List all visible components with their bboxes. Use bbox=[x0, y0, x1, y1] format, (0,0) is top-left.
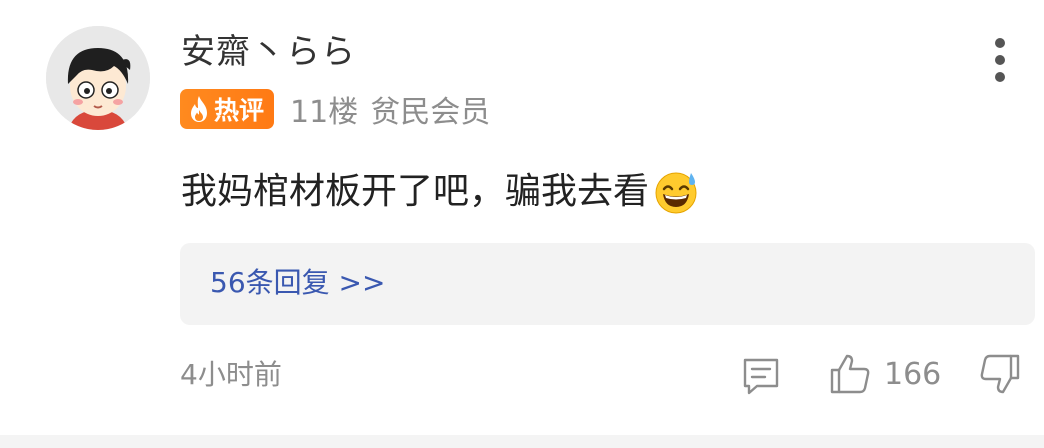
username[interactable]: 安齋丶らら bbox=[181, 30, 356, 74]
flame-icon bbox=[191, 96, 207, 122]
hot-badge-label: 热评 bbox=[214, 96, 265, 125]
floor-number: 11楼 bbox=[290, 95, 359, 130]
grinning-sweat-emoji-icon bbox=[653, 169, 699, 215]
like-button[interactable]: 166 bbox=[828, 352, 941, 396]
section-divider bbox=[0, 435, 1044, 448]
comment-bubble-icon bbox=[743, 358, 779, 395]
cartoon-face-avatar-icon bbox=[46, 26, 150, 130]
avatar[interactable] bbox=[46, 26, 150, 130]
view-replies-link[interactable]: 56条回复 >> bbox=[210, 263, 385, 303]
comment-meta: 热评 11楼 贫民会员 bbox=[180, 89, 491, 130]
timestamp: 4小时前 bbox=[180, 358, 282, 391]
thumbs-up-icon bbox=[830, 354, 870, 394]
more-dot-icon bbox=[995, 72, 1005, 82]
more-options-button[interactable] bbox=[984, 34, 1016, 86]
member-level: 贫民会员 bbox=[370, 95, 491, 130]
more-dot-icon bbox=[995, 38, 1005, 48]
more-dot-icon bbox=[995, 55, 1005, 65]
reply-button[interactable] bbox=[741, 356, 781, 396]
replies-preview[interactable]: 56条回复 >> bbox=[180, 243, 1035, 325]
dislike-button[interactable] bbox=[978, 352, 1022, 396]
comment-body: 我妈棺材板开了吧，骗我去看 bbox=[181, 171, 650, 212]
comment-text: 我妈棺材板开了吧，骗我去看 bbox=[181, 168, 699, 216]
comment-card: 安齋丶らら 热评 11楼 贫民会员 我妈棺材板开了吧，骗我去看 56条回复 >>… bbox=[0, 0, 1044, 430]
like-count: 166 bbox=[884, 356, 942, 392]
thumbs-down-icon bbox=[980, 354, 1020, 394]
hot-comment-badge: 热评 bbox=[180, 89, 275, 129]
